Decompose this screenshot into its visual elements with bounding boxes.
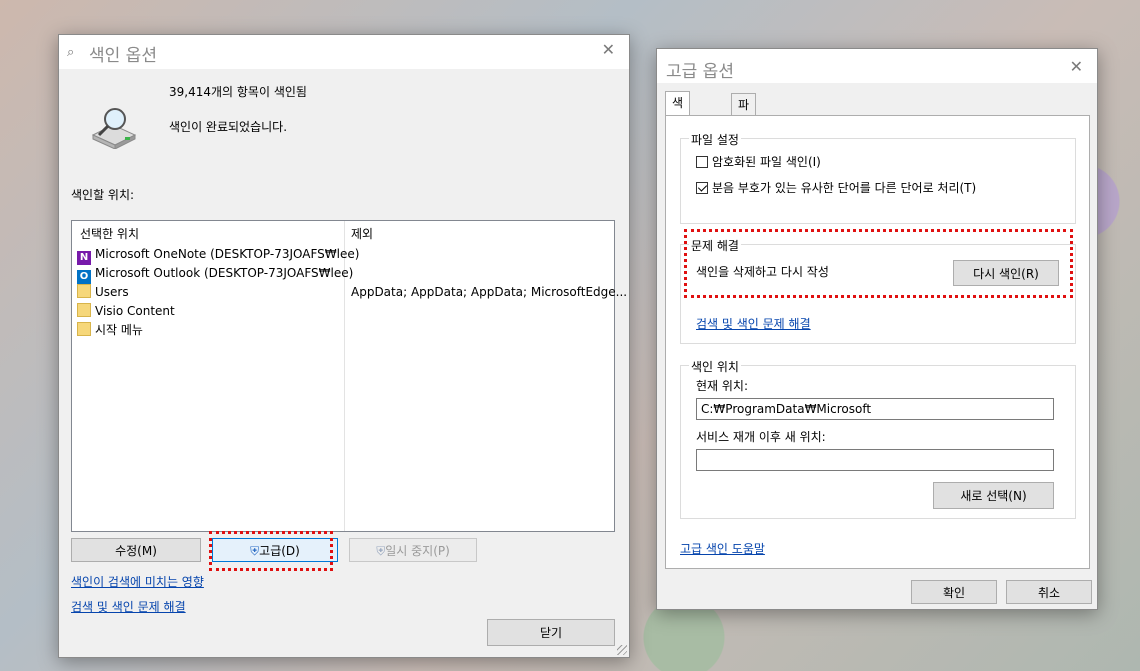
index-location-group: 색인 위치 현재 위치: C:₩ProgramData₩Microsoft 서비… <box>680 358 1076 519</box>
column-header-excluded[interactable]: 제외 <box>351 225 373 242</box>
current-location-field: C:₩ProgramData₩Microsoft <box>696 398 1054 420</box>
window-title: 고급 옵션 <box>666 62 734 82</box>
rebuild-button[interactable]: 다시 색인(R) <box>953 260 1059 286</box>
ok-button[interactable]: 확인 <box>911 580 997 604</box>
location-name: 시작 메뉴 <box>95 323 143 337</box>
select-new-button[interactable]: 새로 선택(N) <box>933 482 1054 509</box>
location-name: Microsoft Outlook (DESKTOP-73JOAFS₩lee) <box>95 266 354 280</box>
file-settings-group: 파일 설정 암호화된 파일 색인(I) 분음 부호가 있는 유사한 단어를 다른… <box>680 131 1076 224</box>
advanced-help-link[interactable]: 고급 색인 도움말 <box>680 540 765 557</box>
tab-panel: 파일 설정 암호화된 파일 색인(I) 분음 부호가 있는 유사한 단어를 다른… <box>665 115 1090 569</box>
tab-file-types[interactable]: 파일 형식 <box>731 93 757 178</box>
onenote-icon: N <box>77 251 91 265</box>
outlook-icon: O <box>77 270 91 284</box>
shield-icon: ⛨ <box>376 544 386 558</box>
list-item[interactable]: O Microsoft Outlook (DESKTOP-73JOAFS₩lee) <box>77 264 354 284</box>
troubleshoot-link[interactable]: 검색 및 색인 문제 해결 <box>71 598 186 615</box>
title-bar: 고급 옵션 ✕ <box>657 49 1097 83</box>
items-indexed-count: 39,414개의 항목이 색인됨 <box>169 85 307 99</box>
location-name: Users <box>95 285 129 299</box>
close-icon[interactable]: ✕ <box>1070 57 1083 76</box>
group-label: 파일 설정 <box>689 131 741 148</box>
how-indexing-affects-link[interactable]: 색인이 검색에 미치는 영향 <box>71 573 204 590</box>
diacritics-checkbox-row[interactable]: 분음 부호가 있는 유사한 단어를 다른 단어로 처리(T) <box>696 179 976 196</box>
new-location-label: 서비스 재개 이후 새 위치: <box>696 430 826 444</box>
index-status: 색인이 완료되었습니다. <box>169 120 288 134</box>
list-item[interactable]: Visio Content <box>77 302 175 321</box>
indexing-options-window: ⌕ 색인 옵션 ✕ 39,414개의 항목이 색인됨 색인이 완료되었습니다. … <box>58 34 630 658</box>
magnifier-drive-icon: ⌕ <box>67 45 75 60</box>
list-item[interactable]: Users <box>77 283 129 302</box>
folder-icon <box>77 322 91 336</box>
diacritics-checkbox[interactable] <box>696 182 708 194</box>
index-locations-label: 색인할 위치: <box>71 188 135 202</box>
list-item[interactable]: N Microsoft OneNote (DESKTOP-73JOAFS₩lee) <box>77 245 360 265</box>
window-title: 색인 옵션 <box>89 46 157 66</box>
magnifier-drive-icon <box>89 105 139 150</box>
location-exclude: AppData; AppData; AppData; MicrosoftEdge… <box>351 285 628 299</box>
new-location-field <box>696 449 1054 471</box>
rebuild-text: 색인을 삭제하고 다시 작성 <box>696 265 829 279</box>
advanced-button-label: 고급(D) <box>259 544 300 558</box>
modify-button[interactable]: 수정(M) <box>71 538 201 562</box>
close-button[interactable]: 닫기 <box>487 619 615 646</box>
folder-icon <box>77 303 91 317</box>
location-name: Microsoft OneNote (DESKTOP-73JOAFS₩lee) <box>95 247 360 261</box>
advanced-options-window: 고급 옵션 ✕ 색인 설정 파일 형식 파일 설정 암호화된 파일 색인(I) … <box>656 48 1098 610</box>
index-locations-list[interactable]: 선택한 위치 제외 N Microsoft OneNote (DESKTOP-73… <box>71 220 627 532</box>
location-name: Visio Content <box>95 304 175 318</box>
troubleshooting-group: 문제 해결 색인을 삭제하고 다시 작성 다시 색인(R) 검색 및 색인 문제… <box>680 237 1076 344</box>
list-item[interactable]: 시작 메뉴 <box>77 321 143 340</box>
troubleshoot-link[interactable]: 검색 및 색인 문제 해결 <box>696 315 811 332</box>
pause-button: ⛨일시 중지(P) <box>349 538 477 562</box>
group-label: 색인 위치 <box>689 358 741 375</box>
current-location-label: 현재 위치: <box>696 379 749 393</box>
title-bar: ⌕ 색인 옵션 ✕ <box>59 35 629 69</box>
diacritics-label: 분음 부호가 있는 유사한 단어를 다른 단어로 처리(T) <box>712 181 977 195</box>
close-icon[interactable]: ✕ <box>602 40 615 59</box>
advanced-button[interactable]: ⛨고급(D) <box>212 538 338 562</box>
encrypt-checkbox[interactable] <box>696 156 708 168</box>
tab-index-settings[interactable]: 색인 설정 <box>665 91 691 176</box>
pause-button-label: 일시 중지(P) <box>385 544 450 558</box>
shield-icon: ⛨ <box>250 544 260 558</box>
folder-icon <box>77 284 91 298</box>
group-label: 문제 해결 <box>689 237 741 254</box>
encrypt-checkbox-row[interactable]: 암호화된 파일 색인(I) <box>696 153 821 170</box>
resize-grip[interactable] <box>617 645 627 655</box>
cancel-button[interactable]: 취소 <box>1006 580 1092 604</box>
encrypt-label: 암호화된 파일 색인(I) <box>712 155 821 169</box>
column-header-included[interactable]: 선택한 위치 <box>80 225 139 242</box>
